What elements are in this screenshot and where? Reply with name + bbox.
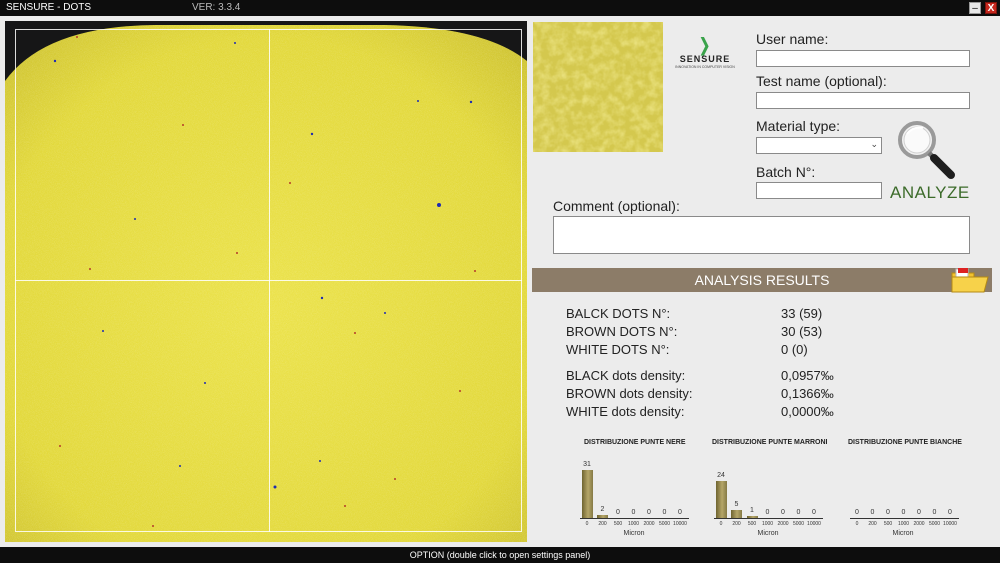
histogram-brown-axis	[714, 518, 823, 519]
histogram-white-xlabel: Micron	[892, 530, 914, 537]
camera-view[interactable]	[5, 21, 527, 542]
comment-label: Comment (optional):	[553, 198, 680, 214]
histogram-brown-title: DISTRIBUZIONE PUNTE MARRONI	[712, 439, 828, 446]
app-title: SENSURE - DOTS	[6, 2, 92, 13]
material-type-label: Material type:	[756, 118, 841, 134]
user-name-label: User name:	[756, 31, 829, 47]
histogram-white-axis	[850, 518, 959, 519]
black-density-value: 0,0957‰	[781, 368, 834, 383]
magnifier-icon[interactable]	[893, 118, 959, 184]
brown-dots-value: 30 (53)	[781, 324, 823, 339]
histogram-white-count: 0	[948, 509, 952, 516]
histogram-white-tick: 10000	[943, 521, 957, 527]
histogram-black-xlabel: Micron	[623, 530, 645, 537]
test-name-field[interactable]	[756, 92, 970, 109]
batch-label: Batch N°:	[756, 164, 816, 180]
user-name-field[interactable]	[756, 50, 970, 67]
comment-field[interactable]	[553, 216, 970, 254]
minimize-icon[interactable]: –	[969, 2, 981, 14]
brown-density-value: 0,1366‰	[781, 386, 834, 401]
material-type-select[interactable]: ⌄	[756, 137, 882, 154]
chevron-down-icon: ⌄	[870, 139, 878, 149]
histogram-brown-count: 0	[812, 509, 816, 516]
histogram-white-title: DISTRIBUZIONE PUNTE BIANCHE	[848, 439, 962, 446]
histogram-brown-tick: 10000	[807, 521, 821, 527]
folder-icon[interactable]	[950, 267, 990, 294]
sensure-logo: ❭ SENSURE INNOVATION IN COMPUTER VISION	[670, 36, 740, 76]
histogram-white: 0 0 0 200 0 500 0 1000 0 2000 0 5000 0 10000	[848, 455, 963, 527]
histogram-black-count: 31	[583, 461, 591, 468]
histogram-black-axis	[580, 518, 689, 519]
histogram-brown-count: 24	[717, 472, 725, 479]
white-dots-label: WHITE DOTS N°:	[566, 342, 670, 357]
white-density-value: 0,0000‰	[781, 404, 834, 419]
black-dots-value: 33 (59)	[781, 306, 823, 321]
histogram-brown: 24 0 5 200 1 500 0 1000 0 2000 0 5000 0 10000	[712, 455, 827, 527]
histogram-brown-bar	[731, 510, 742, 518]
sample-thumbnail	[533, 22, 663, 152]
black-dots-label: BALCK DOTS N°:	[566, 306, 671, 321]
logo-tagline: INNOVATION IN COMPUTER VISION	[675, 65, 735, 69]
brown-dots-label: BROWN DOTS N°:	[566, 324, 678, 339]
close-icon[interactable]: X	[985, 2, 997, 14]
status-bar[interactable]: OPTION (double click to open settings pa…	[0, 547, 1000, 563]
crosshair-horizontal	[15, 280, 522, 281]
histogram-black: 31 0 2 200 0 500 0 1000 0 2000 0 5000 0 10000	[578, 455, 693, 527]
histogram-black-bar	[597, 515, 608, 518]
histogram-black-bar	[581, 470, 593, 518]
test-name-label: Test name (optional):	[756, 73, 887, 89]
histogram-black-count: 0	[678, 509, 682, 516]
histogram-brown-bar	[746, 516, 758, 518]
histogram-brown-bar	[715, 481, 727, 518]
analyze-button[interactable]: ANALYZE	[890, 183, 970, 203]
histogram-brown-xlabel: Micron	[757, 530, 779, 537]
histogram-black-tick: 10000	[673, 521, 687, 527]
batch-field[interactable]	[756, 182, 882, 199]
white-dots-value: 0 (0)	[781, 342, 808, 357]
chevron-logo-icon: ❭	[697, 35, 713, 55]
brown-density-label: BROWN dots density:	[566, 386, 693, 401]
version-label: VER: 3.3.4	[192, 2, 241, 13]
title-bar: SENSURE - DOTS VER: 3.3.4 – X	[0, 0, 1000, 16]
logo-brand: SENSURE	[679, 54, 731, 64]
histogram-black-title: DISTRIBUZIONE PUNTE NERE	[584, 439, 686, 446]
white-density-label: WHITE dots density:	[566, 404, 685, 419]
analysis-results-header: ANALYSIS RESULTS	[532, 268, 992, 292]
black-density-label: BLACK dots density:	[566, 368, 686, 383]
